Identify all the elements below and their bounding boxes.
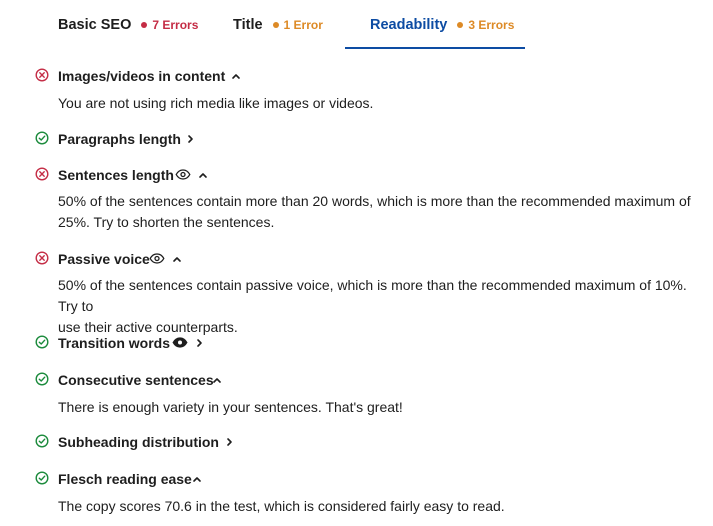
chevron-up-icon[interactable] — [192, 475, 202, 483]
error-circle-icon — [35, 68, 49, 82]
tab-label: Readability — [370, 17, 448, 33]
readability-analysis-panel: Basic SEO 7 Errors Title 1 Error Readabi… — [0, 0, 713, 526]
warning-dot-icon — [272, 22, 279, 28]
check-circle-icon — [35, 372, 49, 386]
check-title[interactable]: Passive voice — [58, 251, 150, 267]
check-title[interactable]: Flesch reading ease — [58, 471, 192, 487]
check-title[interactable]: Consecutive sentences — [58, 372, 214, 388]
eye-icon[interactable] — [149, 253, 165, 264]
tab-basic-seo[interactable]: Basic SEO 7 Errors — [58, 0, 198, 50]
eye-filled-icon[interactable] — [172, 337, 188, 348]
chevron-up-icon[interactable] — [231, 72, 241, 80]
check-circle-icon — [35, 335, 49, 349]
check-description: 50% of the sentences contain more than 2… — [58, 191, 708, 233]
tab-error-count: 3 Errors — [468, 18, 515, 32]
tab-readability[interactable]: Readability 3 Errors — [370, 0, 514, 50]
check-description: You are not using rich media like images… — [58, 95, 374, 111]
error-dot-icon — [141, 22, 148, 28]
tab-label: Basic SEO — [58, 17, 132, 33]
check-description: There is enough variety in your sentence… — [58, 399, 403, 415]
check-title[interactable]: Paragraphs length — [58, 131, 181, 147]
error-circle-icon — [35, 167, 49, 181]
check-title[interactable]: Subheading distribution — [58, 434, 219, 450]
check-circle-icon — [35, 434, 49, 448]
error-circle-icon — [35, 251, 49, 265]
chevron-right-icon[interactable] — [225, 437, 233, 447]
chevron-up-icon[interactable] — [198, 171, 208, 179]
check-title[interactable]: Sentences length — [58, 167, 174, 183]
tab-error-count: 1 Error — [283, 18, 323, 32]
check-circle-icon — [35, 471, 49, 485]
description-line: 25%. Try to shorten the sentences. — [58, 214, 275, 230]
description-line: 50% of the sentences contain more than 2… — [58, 193, 691, 209]
chevron-right-icon[interactable] — [186, 134, 194, 144]
description-line: 50% of the sentences contain passive voi… — [58, 277, 687, 314]
check-circle-icon — [35, 131, 49, 145]
tab-title[interactable]: Title 1 Error — [233, 0, 323, 50]
tab-error-count: 7 Errors — [152, 18, 199, 32]
check-title[interactable]: Images/videos in content — [58, 68, 225, 84]
chevron-up-icon[interactable] — [212, 376, 222, 384]
analysis-tabs: Basic SEO 7 Errors Title 1 Error Readabi… — [0, 0, 713, 50]
chevron-up-icon[interactable] — [172, 255, 182, 263]
tab-label: Title — [233, 17, 263, 33]
check-title[interactable]: Transition words — [58, 335, 170, 351]
check-description: 50% of the sentences contain passive voi… — [58, 275, 708, 338]
warning-dot-icon — [457, 22, 464, 28]
active-tab-indicator — [345, 47, 525, 49]
eye-icon[interactable] — [175, 169, 191, 180]
chevron-right-icon[interactable] — [195, 338, 203, 348]
check-description: The copy scores 70.6 in the test, which … — [58, 498, 505, 514]
